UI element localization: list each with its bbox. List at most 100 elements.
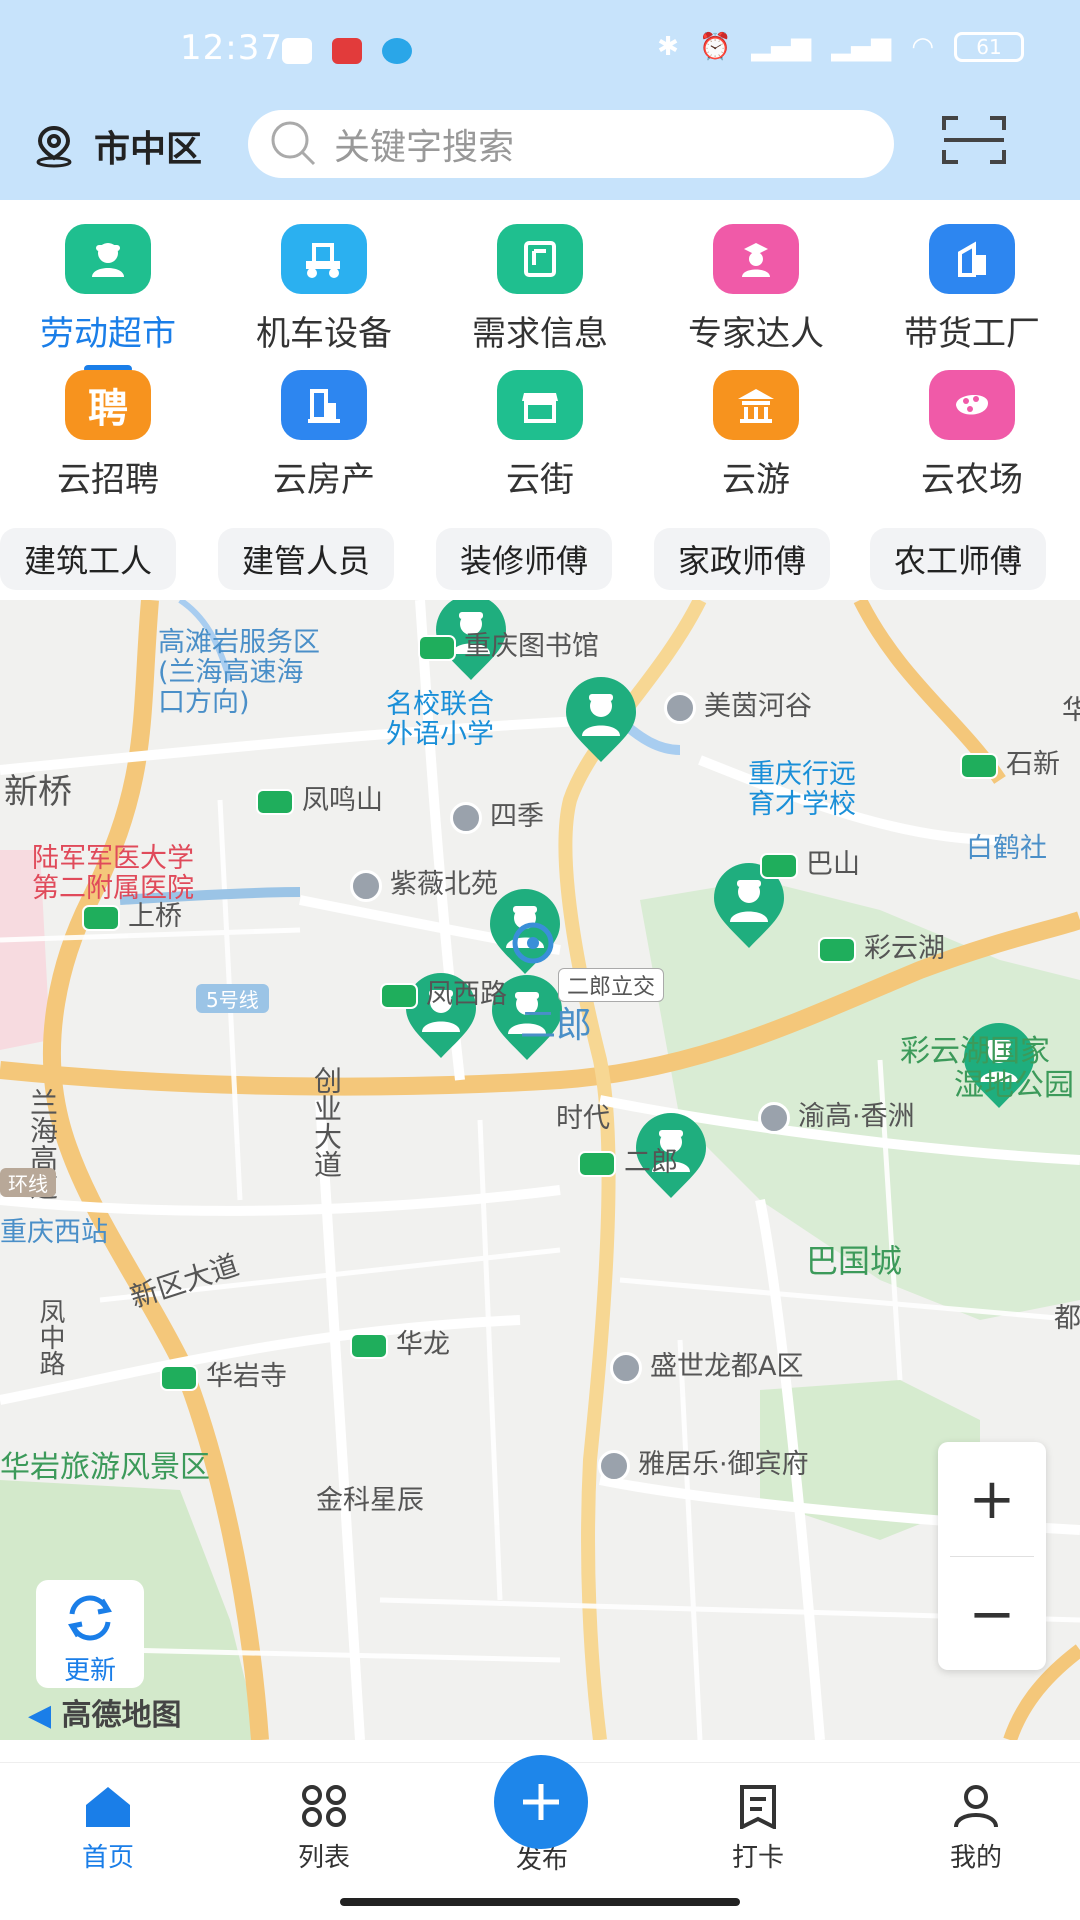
forklift-icon: [281, 224, 367, 294]
grid-item-cloud-farm[interactable]: 云农场: [864, 370, 1080, 501]
map-label: 华岩旅游风景区: [0, 1450, 210, 1485]
map-view[interactable]: 高滩岩服务区 (兰海高速海 口方向) 重庆图书馆 名校联合 外语小学 美茵河谷 …: [0, 600, 1080, 1740]
chip-construction-worker[interactable]: 建筑工人: [0, 528, 177, 590]
map-label: 巴国城: [806, 1242, 903, 1280]
map-label: 育才学校: [748, 789, 856, 820]
chip-farm-worker[interactable]: 农工师傅: [870, 528, 1047, 590]
nav-mine[interactable]: 我的: [916, 1783, 1036, 1874]
map-label: 上桥: [82, 894, 182, 933]
grid-item-cloud-street[interactable]: 云街: [432, 370, 648, 501]
grid-label: 云街: [506, 460, 574, 500]
bottom-navigation: 首页 列表 发布 打卡 我的: [0, 1755, 1080, 1920]
category-chips: 建筑工人 建管人员 装修师傅 家政师傅 农工师傅: [0, 528, 1080, 590]
status-bar: 12:37 ✱ ⏰ ▂▄▆ ▂▄▆ ◠ 61: [0, 0, 1080, 100]
current-location-icon: [512, 922, 554, 964]
map-label: 凤西路: [380, 972, 507, 1011]
header: 12:37 ✱ ⏰ ▂▄▆ ▂▄▆ ◠ 61 市中区 关键字搜索: [0, 0, 1080, 200]
map-label: 彩云湖: [818, 926, 945, 965]
signal-icon: ▂▄▆: [751, 32, 812, 62]
chip-housekeeping-master[interactable]: 家政师傅: [654, 528, 831, 590]
map-label-text: 美茵河谷: [704, 691, 812, 722]
nav-label: 我的: [949, 1843, 1002, 1873]
nav-home[interactable]: 首页: [48, 1783, 168, 1874]
map-label: 5号线: [196, 984, 269, 1013]
building-icon: [281, 370, 367, 440]
nav-list[interactable]: 列表: [264, 1783, 384, 1874]
chip-construction-manager[interactable]: 建管人员: [218, 528, 395, 590]
metro-icon: [578, 1150, 616, 1177]
map-label: 环线: [0, 1168, 56, 1197]
grid-item-experts[interactable]: 专家达人: [648, 224, 864, 355]
system-icons: ✱ ⏰ ▂▄▆ ▂▄▆ ◠ 61: [657, 32, 1024, 62]
refresh-icon: [68, 1595, 112, 1641]
map-label: 口方向): [158, 687, 250, 718]
grid-item-machinery[interactable]: 机车设备: [216, 224, 432, 355]
map-label: 湿地公园: [954, 1068, 1074, 1103]
nav-label: 列表: [297, 1843, 350, 1873]
plus-icon: [523, 1784, 559, 1820]
farm-icon: [929, 370, 1015, 440]
location-pin-icon: [36, 125, 72, 168]
expert-icon: [713, 224, 799, 294]
metro-icon: [960, 752, 998, 779]
grid-label: 云游: [722, 460, 790, 500]
map-label: 华龙: [350, 1322, 450, 1361]
map-label: 凤鸣山: [256, 778, 383, 817]
poi-icon: [450, 801, 482, 834]
grid-label: 专家达人: [688, 314, 824, 354]
worker-map-pin[interactable]: [562, 676, 640, 764]
metro-icon: [760, 852, 798, 879]
poi-icon: [598, 1449, 630, 1482]
map-label-text: 巴山: [806, 849, 860, 880]
publish-button[interactable]: [494, 1755, 588, 1849]
grid-label: 云房产: [273, 460, 375, 500]
map-label: 渝高·香洲: [758, 1094, 915, 1134]
zoom-out-button[interactable]: −: [938, 1557, 1046, 1671]
map-label-text: 彩云湖: [864, 933, 945, 964]
metro-icon: [380, 982, 418, 1009]
map-label-text: 二郎: [624, 1147, 678, 1178]
map-label: 华: [1062, 695, 1080, 726]
map-label: 二郎: [578, 1140, 678, 1179]
map-label: 四季: [450, 794, 544, 834]
grid-item-labor-market[interactable]: 劳动超市: [0, 224, 216, 373]
factory-icon: [929, 224, 1015, 294]
poi-icon: [610, 1351, 642, 1384]
nav-checkin[interactable]: 打卡: [698, 1783, 818, 1874]
recruit-glyph: 聘: [88, 386, 128, 432]
map-label: 都: [1054, 1303, 1080, 1334]
nav-label: 首页: [81, 1843, 134, 1873]
refresh-button[interactable]: 更新: [36, 1580, 144, 1688]
grid-item-real-estate[interactable]: 云房产: [216, 370, 432, 501]
grid-item-recruit[interactable]: 聘 云招聘: [0, 370, 216, 501]
poi-icon: [350, 869, 382, 902]
location-selector[interactable]: 市中区: [32, 120, 202, 172]
map-label: 雅居乐·御宾府: [598, 1442, 809, 1482]
map-label: 石新: [960, 742, 1060, 781]
map-label: 盛世龙都A区: [610, 1344, 803, 1384]
grid-item-factory[interactable]: 带货工厂: [864, 224, 1080, 355]
map-label-text: 华岩寺: [206, 1361, 287, 1392]
grid-label: 需求信息: [472, 314, 608, 354]
grid-label: 机车设备: [256, 314, 392, 354]
attribution-text: 高德地图: [61, 1698, 182, 1733]
grid-item-cloud-travel[interactable]: 云游: [648, 370, 864, 501]
location-label: 市中区: [94, 129, 203, 170]
grid-item-demand-info[interactable]: 需求信息: [432, 224, 648, 355]
map-label: 时代: [556, 1103, 610, 1134]
zoom-in-button[interactable]: +: [938, 1442, 1046, 1556]
chip-decoration-master[interactable]: 装修师傅: [436, 528, 613, 590]
metro-icon: [82, 904, 120, 931]
refresh-label: 更新: [63, 1656, 116, 1686]
map-attribution: ◀ 高德地图: [28, 1690, 182, 1734]
map-label-text: 重庆图书馆: [464, 631, 599, 662]
search-input[interactable]: 关键字搜索: [248, 110, 894, 178]
map-label: 新桥: [4, 772, 72, 812]
worker-icon: [65, 224, 151, 294]
search-placeholder: 关键字搜索: [334, 127, 515, 168]
home-icon: [86, 1787, 130, 1827]
map-label-text: 渝高·香洲: [798, 1101, 915, 1132]
map-label: 重庆图书馆: [418, 624, 599, 663]
zoom-controls: + −: [938, 1442, 1046, 1670]
scan-icon[interactable]: [942, 114, 1006, 166]
